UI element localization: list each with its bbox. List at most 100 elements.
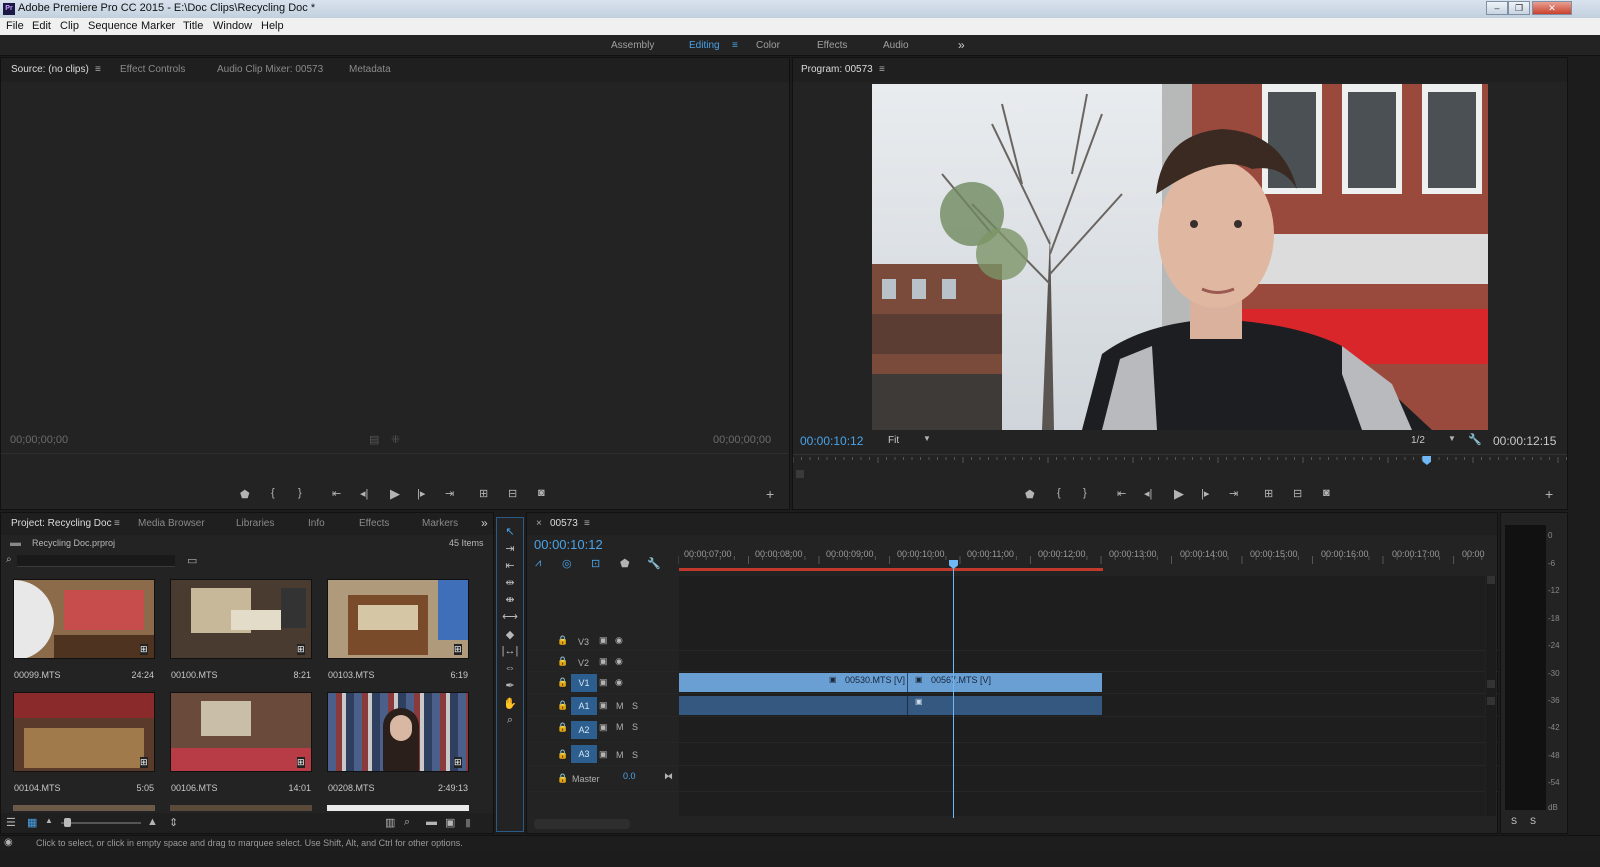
timeline-horizontal-scrollbar[interactable]: [534, 819, 630, 829]
tab-effects[interactable]: Effects: [359, 518, 389, 529]
rate-stretch-alt-icon[interactable]: ⟷: [500, 610, 520, 626]
lock-icon[interactable]: 🔒: [557, 749, 568, 760]
ripple-edit-tool-icon[interactable]: ⇤: [500, 559, 520, 575]
clip-thumbnail[interactable]: [327, 579, 469, 659]
track-target-a2[interactable]: A2: [571, 721, 597, 739]
wrench-icon[interactable]: 🔧: [1468, 433, 1482, 446]
clip-thumbnail[interactable]: [170, 579, 312, 659]
program-time-ruler[interactable]: [792, 454, 1567, 468]
timeline-clip-audio[interactable]: [908, 696, 1102, 715]
menu-window[interactable]: Window: [213, 20, 252, 32]
hand-tool-icon[interactable]: ✋: [500, 697, 520, 713]
thumbnail-size-slider[interactable]: [61, 822, 141, 824]
overwrite-icon[interactable]: ⊟: [508, 487, 517, 500]
mark-out-icon[interactable]: }: [298, 487, 302, 499]
rolling-edit-tool-icon[interactable]: ⇹: [500, 576, 520, 592]
mark-out-icon[interactable]: }: [1083, 487, 1087, 499]
extract-icon[interactable]: ⊟: [1293, 487, 1302, 500]
tab-sequence[interactable]: 00573: [550, 518, 578, 529]
menu-sequence[interactable]: Sequence: [88, 20, 138, 32]
lock-icon[interactable]: 🔒: [557, 773, 568, 784]
zoom-scrollbar-handle[interactable]: [796, 470, 804, 478]
clip-thumbnail[interactable]: [170, 692, 312, 772]
timeline-settings-icon[interactable]: 🔧: [647, 557, 661, 570]
play-icon[interactable]: ▶: [1174, 486, 1184, 502]
slide-tool-icon[interactable]: ⇔: [500, 662, 520, 678]
tab-media-browser[interactable]: Media Browser: [138, 518, 205, 529]
clip-thumbnail[interactable]: [170, 805, 312, 811]
clip-thumbnail[interactable]: [13, 692, 155, 772]
snap-icon[interactable]: ⩘: [535, 557, 541, 570]
panel-menu-icon[interactable]: ≡: [584, 518, 590, 529]
lock-icon[interactable]: 🔒: [557, 677, 568, 688]
master-volume-value[interactable]: 0.0: [623, 771, 636, 781]
go-to-out-icon[interactable]: ⇥: [445, 487, 454, 500]
tab-project[interactable]: Project: Recycling Doc: [11, 518, 112, 529]
timeline-clip-audio[interactable]: [679, 696, 908, 715]
lock-icon[interactable]: 🔒: [557, 722, 568, 733]
insert-sequence-icon[interactable]: ⊡: [591, 557, 600, 570]
eye-icon[interactable]: ◉: [615, 656, 623, 667]
mute-button[interactable]: M: [616, 750, 624, 760]
chevron-down-icon[interactable]: ▼: [923, 434, 931, 443]
zoom-tool-icon[interactable]: ⌕: [500, 714, 520, 730]
toggle-sync-lock-icon[interactable]: ▣: [599, 722, 608, 733]
linked-selection-icon[interactable]: ◎: [562, 557, 572, 570]
workspace-assembly[interactable]: Assembly: [611, 40, 654, 51]
toggle-sync-lock-icon[interactable]: ▣: [599, 656, 608, 667]
workspace-color[interactable]: Color: [756, 40, 780, 51]
track-target-a1[interactable]: A1: [571, 697, 597, 715]
drop-frame-icon[interactable]: ▤: [369, 433, 379, 446]
project-search-input[interactable]: [17, 555, 175, 567]
go-to-in-icon[interactable]: ⇤: [1117, 487, 1126, 500]
razor-tool-icon[interactable]: ◆: [500, 628, 520, 644]
scrollbar-handle[interactable]: [1487, 697, 1495, 705]
zoom-select[interactable]: Fit: [888, 435, 899, 446]
workspace-menu-icon[interactable]: ≡: [732, 40, 738, 51]
solo-right-button[interactable]: S: [1530, 816, 1536, 826]
panel-menu-icon[interactable]: ≡: [114, 518, 120, 529]
tab-program[interactable]: Program: 00573: [801, 64, 873, 75]
find-icon[interactable]: ⌕: [404, 816, 410, 829]
step-back-icon[interactable]: ◂|: [1144, 487, 1152, 500]
program-timecode-current[interactable]: 00:00:10:12: [800, 434, 863, 448]
button-editor-icon[interactable]: +: [766, 486, 774, 502]
step-back-icon[interactable]: ◂|: [360, 487, 368, 500]
mark-in-icon[interactable]: {: [271, 487, 275, 499]
tab-metadata[interactable]: Metadata: [349, 64, 391, 75]
lift-icon[interactable]: ⊞: [1264, 487, 1273, 500]
tab-markers[interactable]: Markers: [422, 518, 458, 529]
toggle-sync-lock-icon[interactable]: ▣: [599, 677, 608, 688]
step-forward-icon[interactable]: |▸: [1201, 487, 1209, 500]
panel-menu-icon[interactable]: ≡: [879, 64, 885, 75]
panel-overflow-icon[interactable]: »: [481, 516, 488, 530]
settings-icon[interactable]: ⁜: [391, 433, 400, 446]
clip-thumbnail[interactable]: [13, 579, 155, 659]
clip-thumbnail[interactable]: [327, 692, 469, 772]
export-frame-icon[interactable]: ◙: [538, 487, 545, 499]
zoom-out-icon[interactable]: ▲: [45, 816, 53, 825]
new-bin-icon[interactable]: ▭: [187, 554, 197, 567]
mute-button[interactable]: M: [616, 701, 624, 711]
icon-view-icon[interactable]: ▦: [27, 816, 37, 829]
tab-source[interactable]: Source: (no clips): [11, 64, 89, 75]
solo-left-button[interactable]: S: [1511, 816, 1517, 826]
track-target-a3[interactable]: A3: [571, 745, 597, 763]
mark-in-icon[interactable]: {: [1057, 487, 1061, 499]
go-to-out-icon[interactable]: ⇥: [1229, 487, 1238, 500]
go-to-in-icon[interactable]: ⇤: [332, 487, 341, 500]
track-select-tool-icon[interactable]: ⇥: [500, 542, 520, 558]
close-button[interactable]: ✕: [1532, 1, 1572, 15]
menu-file[interactable]: File: [6, 20, 24, 32]
work-area-bar[interactable]: [679, 568, 1103, 571]
menu-edit[interactable]: Edit: [32, 20, 51, 32]
solo-button[interactable]: S: [632, 750, 638, 760]
menu-clip[interactable]: Clip: [60, 20, 79, 32]
scrollbar-handle[interactable]: [1487, 680, 1495, 688]
sort-icon[interactable]: ⇕: [169, 816, 178, 829]
slip-tool-icon[interactable]: |↔|: [500, 645, 520, 661]
tab-effect-controls[interactable]: Effect Controls: [120, 64, 185, 75]
eye-icon[interactable]: ◉: [615, 635, 623, 646]
rate-stretch-tool-icon[interactable]: ⇼: [500, 593, 520, 609]
minimize-button[interactable]: –: [1486, 1, 1508, 15]
